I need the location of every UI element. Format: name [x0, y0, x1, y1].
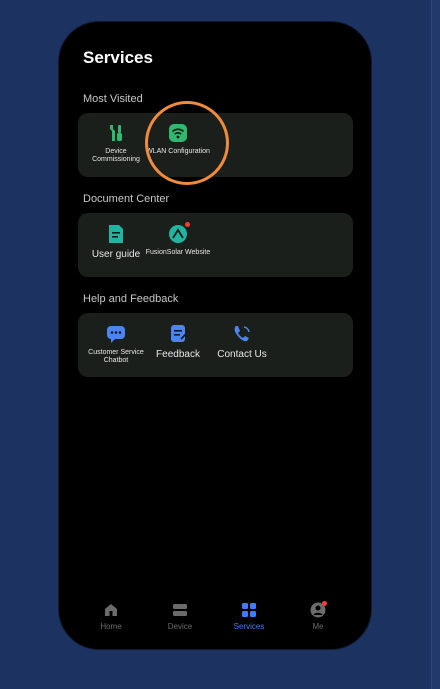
services-icon [241, 602, 257, 618]
tab-me[interactable]: Me [288, 601, 348, 631]
card-document-center: User guide FusionSolar Website [78, 213, 353, 277]
service-label: Contact Us [217, 349, 267, 360]
service-customer-chatbot[interactable]: Customer Service Chatbot [81, 324, 151, 365]
background-panel-edge [431, 0, 440, 689]
service-device-commissioning[interactable]: Device Commissioning [81, 123, 151, 164]
notification-dot [185, 222, 190, 227]
tab-label: Home [100, 622, 122, 631]
notification-dot [322, 601, 327, 606]
service-feedback[interactable]: Feedback [143, 324, 213, 361]
section-title-help-feedback: Help and Feedback [83, 293, 179, 305]
home-icon [103, 602, 119, 618]
chat-icon [106, 324, 126, 344]
service-contact-us[interactable]: Contact Us [207, 324, 277, 361]
bottom-tab-bar: Home Device Services Me [59, 592, 371, 642]
service-fusionsolar-website[interactable]: FusionSolar Website [143, 222, 213, 257]
tab-label: Device [167, 622, 193, 631]
service-user-guide[interactable]: User guide [81, 224, 151, 261]
phone-icon [232, 324, 252, 344]
service-label: User guide [91, 249, 141, 260]
card-help-feedback: Customer Service Chatbot Feedback Contac… [78, 313, 353, 377]
service-label: Feedback [156, 349, 200, 360]
wrench-screwdriver-icon [106, 123, 126, 143]
section-title-document-center: Document Center [83, 193, 170, 205]
tab-device[interactable]: Device [150, 602, 210, 631]
device-icon [172, 602, 188, 618]
service-label: Customer Service Chatbot [88, 349, 144, 365]
highlight-circle [145, 101, 229, 185]
document-icon [106, 224, 126, 244]
feedback-icon [168, 324, 188, 344]
fusionsolar-icon [168, 222, 190, 244]
section-title-most-visited: Most Visited [83, 93, 143, 105]
tab-label: Services [233, 622, 265, 631]
tab-label: Me [312, 622, 324, 631]
tab-home[interactable]: Home [81, 602, 141, 631]
profile-icon [310, 601, 327, 618]
phone-frame: Services Most Visited Device Commissioni… [59, 22, 371, 649]
tab-services[interactable]: Services [219, 602, 279, 631]
page-title: Services [83, 48, 153, 67]
service-label: Device Commissioning [92, 148, 140, 164]
service-label: FusionSolar Website [145, 249, 211, 256]
